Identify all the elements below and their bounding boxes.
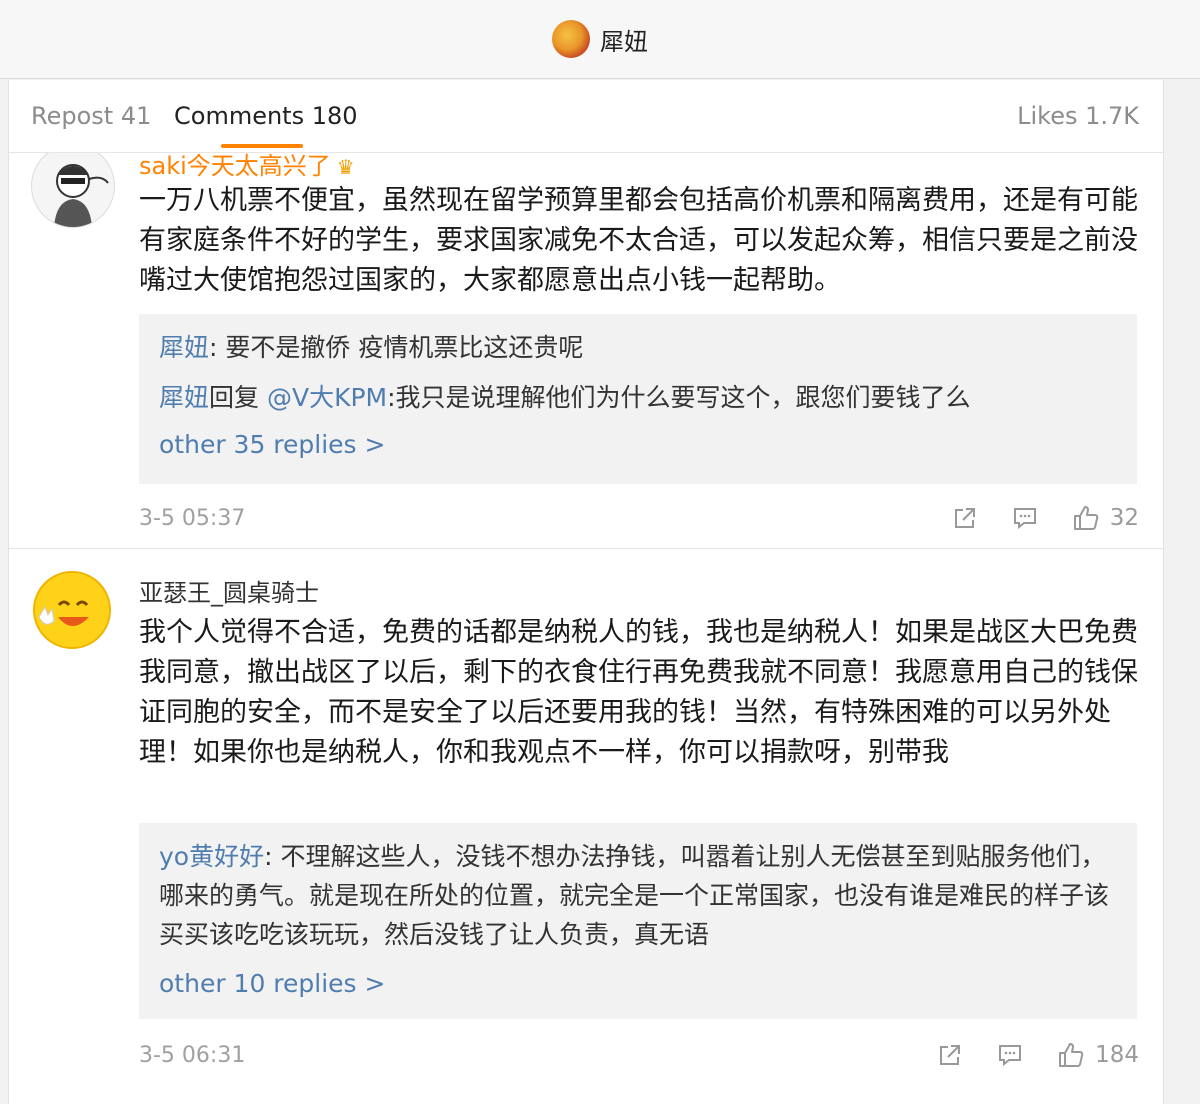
reply-text: : 要不是撤侨 疫情机票比这还贵呢 [209,333,584,362]
poster-avatar[interactable] [552,20,590,58]
share-button[interactable] [937,1042,963,1068]
comment-text: 我个人觉得不合适，免费的话都是纳税人的钱，我也是纳税人！如果是战区大巴免费我同意… [139,617,1138,768]
reply-box[interactable]: 犀妞: 要不是撤侨 疫情机票比这还贵呢 犀妞回复 @V大KPM:我只是说理解他们… [139,314,1137,484]
comment-actions: 32 [918,504,1139,532]
reply-text: 回复 [209,383,267,412]
like-button[interactable]: 32 [1072,504,1139,532]
comment-timestamp: 3-5 05:37 [139,506,246,531]
comment-text: 一万八机票不便宜，虽然现在留学预算里都会包括高价机票和隔离费用，还是有可能有家庭… [139,185,1138,296]
share-icon [954,508,975,528]
reply-item: 犀妞回复 @V大KPM:我只是说理解他们为什么要写这个，跟您们要钱了么 [159,378,1121,417]
comments-panel: Repost 41 Comments 180 Likes 1.7K saki今天… [8,80,1164,1104]
reply-item: 犀妞: 要不是撤侨 疫情机票比这还贵呢 [159,328,1121,367]
active-tab-indicator [221,144,303,148]
comment-item: 亚瑟王_圆桌骑士 我个人觉得不合适，免费的话都是纳税人的钱，我也是纳税人！如果是… [9,548,1163,1068]
more-replies-link[interactable]: other 10 replies > [159,969,385,998]
reply-text: : 不理解这些人，没钱不想办法挣钱，叫嚣着让别人无偿甚至到贴服务他们，哪来的勇气… [159,842,1110,949]
reply-username[interactable]: yo黄好好 [159,842,264,871]
more-replies-link[interactable]: other 35 replies > [159,430,385,459]
tab-repost[interactable]: Repost 41 [31,102,151,130]
comment-button[interactable] [997,1042,1023,1068]
comment-icon [1013,508,1036,530]
crown-icon: ♛ [336,155,355,179]
comment-username[interactable]: 亚瑟王_圆桌骑士 [139,573,319,608]
tab-likes[interactable]: Likes 1.7K [1017,102,1139,130]
reply-item: yo黄好好: 不理解这些人，没钱不想办法挣钱，叫嚣着让别人无偿甚至到贴服务他们，… [159,837,1121,954]
tab-bar: Repost 41 Comments 180 Likes 1.7K [9,80,1163,153]
reply-box[interactable]: yo黄好好: 不理解这些人，没钱不想办法挣钱，叫嚣着让别人无偿甚至到贴服务他们，… [139,823,1137,1019]
top-bar: 犀妞 [0,0,1200,79]
reply-mention[interactable]: @V大KPM [267,383,387,412]
reply-username[interactable]: 犀妞 [159,383,209,412]
like-count: 184 [1095,1042,1139,1068]
comment-icon [999,1045,1022,1067]
comment-button[interactable] [1012,505,1038,531]
thumbs-up-icon [1073,506,1098,530]
share-icon [940,1045,961,1065]
tab-comments[interactable]: Comments 180 [174,102,358,130]
share-button[interactable] [952,505,978,531]
comment-actions: 184 [903,1041,1139,1069]
reply-text: :我只是说理解他们为什么要写这个，跟您们要钱了么 [387,383,971,412]
poster-name[interactable]: 犀妞 [600,22,648,57]
reply-username[interactable]: 犀妞 [159,333,209,362]
thumbs-up-icon [1059,1043,1084,1067]
like-button[interactable]: 184 [1057,1041,1139,1069]
comment-timestamp: 3-5 06:31 [139,1043,246,1068]
avatar[interactable] [31,569,113,651]
avatar[interactable] [31,144,115,228]
like-count: 32 [1109,505,1139,531]
